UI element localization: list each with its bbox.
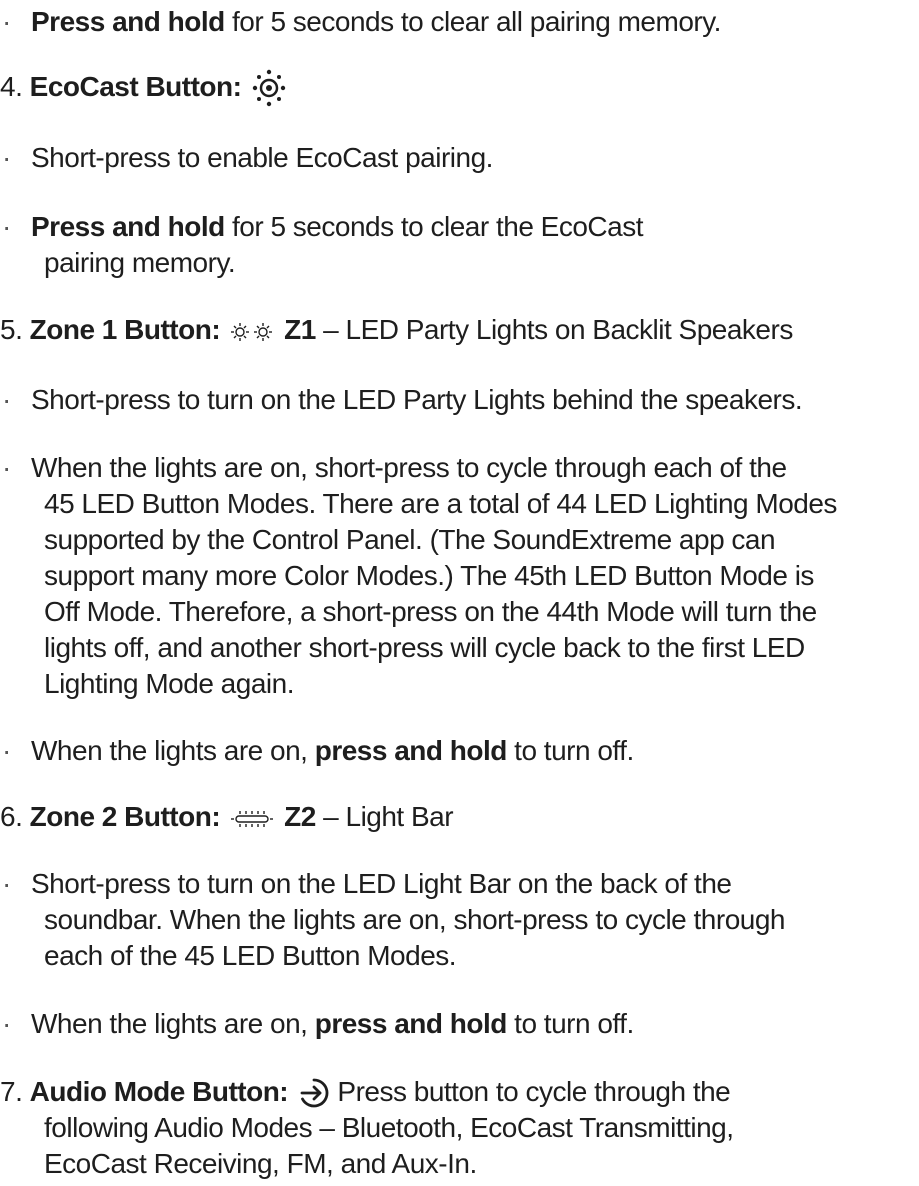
item-number: 7. (0, 1076, 30, 1107)
text: Short-press to turn on the LED Party Lig… (31, 384, 803, 415)
heading-title: Zone 1 Button: (29, 314, 221, 345)
party-lights-icon (230, 314, 274, 350)
zone-tag: Z1 (284, 314, 316, 345)
bullet-dot: · (2, 735, 11, 766)
audio-mode-arrow-icon (298, 1076, 330, 1112)
bold-text: press and hold (314, 1008, 508, 1039)
bullet-turn-off-zone2: · When the lights are on, press and hold … (0, 1006, 634, 1042)
text-continuation: lights off, and another short-press will… (44, 632, 805, 663)
text-continuation: supported by the Control Panel. (The Sou… (44, 524, 776, 555)
heading-zone1-button: 5. Zone 1 Button: Z1 – LED Party Lights … (0, 312, 793, 350)
text: Short-press to turn on the LED Light Bar… (31, 868, 732, 899)
heading-title: Audio Mode Button: (29, 1076, 289, 1107)
heading-audio-mode-button: 7. Audio Mode Button: Press button to cy… (0, 1074, 731, 1112)
bold-text: Press and hold (31, 211, 225, 242)
text: Short-press to enable EcoCast pairing. (31, 142, 493, 173)
text: to turn off. (506, 735, 634, 766)
item-number: 5. (0, 314, 30, 345)
text: When the lights are on, (31, 1008, 315, 1039)
text: Press button to cycle through the (330, 1076, 731, 1107)
text-continuation: EcoCast Receiving, FM, and Aux-In. (44, 1148, 477, 1179)
text: – Light Bar (315, 801, 454, 832)
bullet-clear-ecocast: · Press and hold for 5 seconds to clear t… (0, 209, 644, 245)
bullet-clear-pairing: · Press and hold for 5 seconds to clear a… (0, 4, 721, 40)
bullet-dot: · (2, 6, 11, 37)
bullet-dot: · (2, 868, 11, 899)
bold-text: Press and hold (31, 6, 225, 37)
bullet-turn-on-party-lights: · Short-press to turn on the LED Party Li… (0, 382, 803, 418)
text: When the lights are on, short-press to c… (31, 452, 787, 483)
heading-ecocast-button: 4. EcoCast Button: (0, 68, 287, 109)
text-continuation: following Audio Modes – Bluetooth, EcoCa… (44, 1112, 734, 1143)
bullet-dot: · (2, 142, 11, 173)
bullet-enable-pairing: · Short-press to enable EcoCast pairing. (0, 140, 493, 176)
text: for 5 seconds to clear all pairing memor… (224, 6, 721, 37)
bullet-turn-on-light-bar: · Short-press to turn on the LED Light Ba… (0, 866, 732, 902)
item-number: 6. (0, 801, 30, 832)
text-continuation: Lighting Mode again. (44, 668, 294, 699)
light-bar-icon (230, 801, 274, 837)
text: When the lights are on, (31, 735, 315, 766)
text-continuation: Off Mode. Therefore, a short-press on th… (44, 596, 817, 627)
item-number: 4. (0, 70, 30, 102)
text-continuation: soundbar. When the lights are on, short-… (44, 904, 785, 935)
text: to turn off. (506, 1008, 634, 1039)
text: – LED Party Lights on Backlit Speakers (315, 314, 793, 345)
heading-zone2-button: 6. Zone 2 Button: Z2 – Light Bar (0, 799, 454, 837)
ecocast-icon (251, 68, 287, 109)
text: for 5 seconds to clear the EcoCast (224, 211, 644, 242)
text-continuation: each of the 45 LED Button Modes. (44, 940, 457, 971)
bullet-cycle-modes: · When the lights are on, short-press to … (0, 450, 787, 486)
bullet-dot: · (2, 452, 11, 483)
bullet-dot: · (2, 1008, 11, 1039)
bullet-dot: · (2, 211, 11, 242)
text-continuation: 45 LED Button Modes. There are a total o… (44, 488, 837, 519)
bullet-dot: · (2, 384, 11, 415)
heading-title: Zone 2 Button: (29, 801, 221, 832)
manual-page: · Press and hold for 5 seconds to clear a… (0, 0, 919, 1186)
zone-tag: Z2 (284, 801, 316, 832)
text-continuation: support many more Color Modes.) The 45th… (44, 560, 814, 591)
bullet-turn-off-zone1: · When the lights are on, press and hold … (0, 733, 634, 769)
bold-text: press and hold (314, 735, 508, 766)
text-continuation: pairing memory. (44, 247, 236, 278)
heading-title: EcoCast Button: (29, 70, 242, 102)
